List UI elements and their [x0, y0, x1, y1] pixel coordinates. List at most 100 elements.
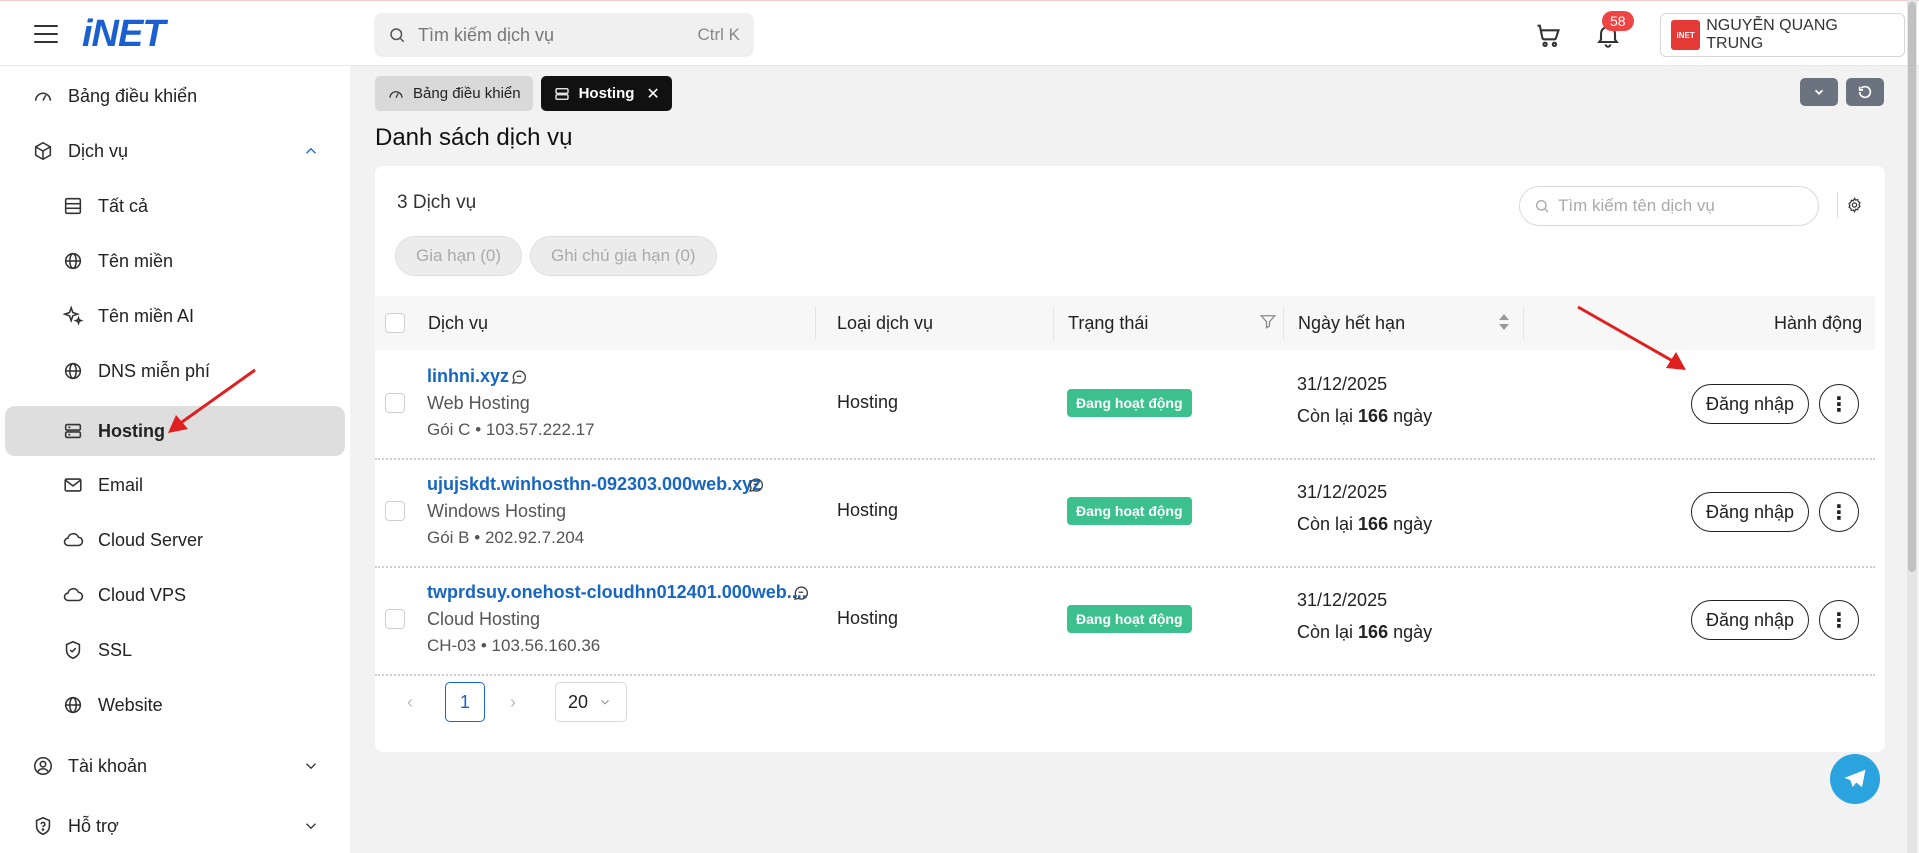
- telegram-button[interactable]: [1830, 754, 1880, 804]
- sidebar-item-support[interactable]: Hỗ trợ: [0, 802, 350, 850]
- sidebar-item-dashboard[interactable]: Bảng điều khiển: [0, 72, 350, 120]
- expiry-date: 31/12/2025: [1297, 482, 1388, 502]
- filter-icon[interactable]: [1259, 312, 1277, 330]
- sidebar-item-label: Hỗ trợ: [68, 815, 119, 836]
- sidebar-item-label: Tài khoản: [68, 755, 148, 776]
- sidebar-item-label: DNS miễn phí: [98, 360, 211, 381]
- service-search-input[interactable]: Tìm kiếm tên dịch vụ: [1519, 186, 1819, 226]
- page-number[interactable]: 1: [445, 682, 485, 722]
- more-vertical-icon: ⋮: [1829, 609, 1849, 632]
- next-page-button[interactable]: ›: [510, 692, 516, 713]
- status-badge: Đang hoạt động: [1067, 497, 1192, 525]
- sparkle-icon: [62, 305, 84, 326]
- status-badge: Đang hoạt động: [1067, 389, 1192, 417]
- mail-icon: [64, 478, 82, 492]
- scrollbar[interactable]: [1907, 0, 1917, 853]
- service-subtype: Web Hosting: [427, 393, 530, 413]
- close-icon[interactable]: ✕: [646, 84, 659, 104]
- tab-dashboard[interactable]: Bảng điều khiển: [375, 76, 533, 111]
- sidebar-item-label: Bảng điều khiển: [68, 85, 198, 106]
- more-actions-button[interactable]: ⋮: [1819, 492, 1859, 532]
- login-button[interactable]: Đăng nhập: [1691, 384, 1809, 424]
- service-name-link[interactable]: twprdsuy.onehost-cloudhn012401.000web...…: [427, 582, 807, 603]
- menu-icon[interactable]: [34, 25, 58, 43]
- service-kind: Hosting: [837, 500, 899, 520]
- table-row: twprdsuy.onehost-cloudhn012401.000web...…: [375, 568, 1875, 676]
- shield-icon: [65, 640, 81, 660]
- sidebar-item-services[interactable]: Dịch vụ: [0, 127, 350, 175]
- cloud-icon: [63, 532, 84, 547]
- sidebar-item-email[interactable]: Email: [0, 461, 350, 509]
- global-search[interactable]: Tìm kiếm dịch vụ Ctrl K: [374, 13, 754, 57]
- sidebar-item-label: SSL: [98, 639, 133, 660]
- page-size-value: 20: [568, 691, 589, 712]
- prev-page-button[interactable]: ‹: [407, 692, 413, 713]
- more-actions-button[interactable]: ⋮: [1819, 384, 1859, 424]
- tab-label: Hosting: [578, 85, 635, 102]
- sidebar-item-label: Hosting: [98, 420, 165, 441]
- sidebar-item-free-dns[interactable]: DNS miễn phí: [0, 347, 350, 395]
- tab-label: Bảng điều khiển: [413, 85, 521, 102]
- sidebar-item-ssl[interactable]: SSL: [0, 626, 350, 674]
- user-menu[interactable]: iNET NGUYỄN QUANG TRUNG: [1660, 13, 1905, 57]
- renew-filter[interactable]: Gia hạn (0): [395, 236, 523, 276]
- cart-icon[interactable]: [1534, 21, 1562, 49]
- tab-hosting[interactable]: Hosting ✕: [540, 76, 672, 111]
- sidebar-item-hosting[interactable]: Hosting: [5, 406, 345, 456]
- top-bar: iNET Tìm kiếm dịch vụ Ctrl K 58 iNET NGU…: [0, 0, 1919, 66]
- remaining-days: Còn lại 166 ngày: [1297, 514, 1433, 534]
- user-circle-icon: [33, 756, 53, 776]
- sidebar-item-cloud-server[interactable]: Cloud Server: [0, 516, 350, 564]
- collapse-tabs-button[interactable]: [1800, 78, 1838, 106]
- service-name-link[interactable]: linhni.xyz: [427, 366, 509, 387]
- table-header: Dịch vụ Loại dịch vụ Trạng thái Ngày hết…: [375, 296, 1875, 350]
- chevron-down-icon: [306, 763, 316, 770]
- box-icon: [34, 141, 52, 161]
- avatar: iNET: [1671, 20, 1701, 50]
- globe-icon: [64, 252, 82, 270]
- sidebar-item-label: Cloud Server: [98, 529, 204, 550]
- select-all-checkbox[interactable]: [385, 313, 405, 333]
- column-header-expiry: Ngày hết hạn: [1298, 313, 1406, 333]
- notification-badge: 58: [1602, 11, 1634, 31]
- cloud-icon: [63, 587, 84, 602]
- search-shortcut: Ctrl K: [697, 25, 741, 44]
- renew-note-filter[interactable]: Ghi chú gia hạn (0): [530, 236, 717, 276]
- sidebar-item-domains[interactable]: Tên miền: [0, 237, 350, 285]
- chevron-down-icon: [306, 823, 316, 830]
- sidebar-item-all[interactable]: Tất cả: [0, 182, 350, 230]
- service-name-link[interactable]: ujujskdt.winhosthn-092303.000web.xyz: [427, 474, 761, 495]
- page-size-select[interactable]: 20: [555, 682, 627, 722]
- chat-icon[interactable]: [747, 476, 765, 494]
- gear-icon[interactable]: [1837, 192, 1863, 218]
- chevron-down-icon: [601, 699, 609, 705]
- more-actions-button[interactable]: ⋮: [1819, 600, 1859, 640]
- refresh-button[interactable]: [1846, 78, 1884, 106]
- expiry-date: 31/12/2025: [1297, 590, 1388, 610]
- login-button[interactable]: Đăng nhập: [1691, 600, 1809, 640]
- sort-icon[interactable]: [1497, 312, 1511, 332]
- status-badge: Đang hoạt động: [1067, 605, 1192, 633]
- table-row: ujujskdt.winhosthn-092303.000web.xyz Win…: [375, 460, 1875, 568]
- more-vertical-icon: ⋮: [1829, 501, 1849, 524]
- sidebar-item-cloud-vps[interactable]: Cloud VPS: [0, 571, 350, 619]
- service-kind: Hosting: [837, 392, 899, 412]
- sidebar-item-label: Tất cả: [98, 195, 149, 216]
- login-button[interactable]: Đăng nhập: [1691, 492, 1809, 532]
- chat-icon[interactable]: [510, 368, 528, 386]
- sidebar-item-account[interactable]: Tài khoản: [0, 742, 350, 790]
- chevron-up-icon: [306, 147, 316, 154]
- pagination: ‹ 1 › 20: [375, 666, 1875, 736]
- logo[interactable]: iNET: [82, 13, 166, 56]
- page-title: Danh sách dịch vụ: [375, 124, 573, 151]
- tab-bar: Bảng điều khiển Hosting ✕: [375, 76, 672, 111]
- sidebar-item-website[interactable]: Website: [0, 681, 350, 729]
- row-checkbox[interactable]: [385, 501, 405, 521]
- row-checkbox[interactable]: [385, 609, 405, 629]
- search-placeholder: Tìm kiếm tên dịch vụ: [1558, 196, 1715, 215]
- search-placeholder: Tìm kiếm dịch vụ: [418, 24, 555, 45]
- chat-icon[interactable]: [792, 584, 810, 602]
- sidebar-item-ai-domains[interactable]: Tên miền AI: [0, 292, 350, 340]
- column-header-status: Trạng thái: [1068, 313, 1149, 333]
- row-checkbox[interactable]: [385, 393, 405, 413]
